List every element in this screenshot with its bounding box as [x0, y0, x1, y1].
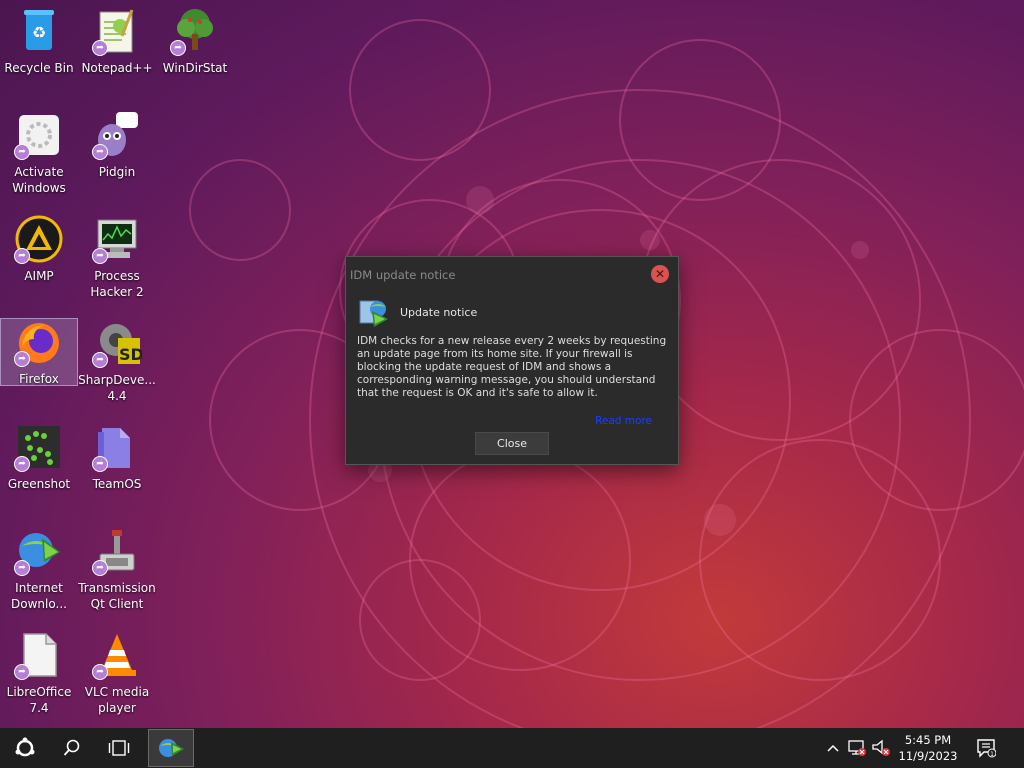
- dialog-title: IDM update notice: [350, 268, 456, 282]
- shortcut-arrow-icon: ➦: [14, 144, 30, 160]
- task-view-button[interactable]: [96, 728, 142, 768]
- start-button[interactable]: [2, 728, 48, 768]
- icon-label: Process Hacker 2: [90, 269, 144, 299]
- search-icon: [63, 739, 80, 756]
- svg-text:1: 1: [990, 751, 994, 758]
- show-hidden-icons-chevron-icon[interactable]: [822, 738, 844, 758]
- icon-label: Internet Downlo...: [11, 581, 67, 611]
- desktop-icon-aimp[interactable]: ➦ AIMP: [0, 208, 78, 308]
- network-disconnected-icon[interactable]: [846, 738, 868, 758]
- dialog-heading: Update notice: [400, 306, 478, 319]
- windirstat-icon: ➦: [170, 6, 220, 56]
- vlc-icon: ➦: [92, 630, 142, 680]
- desktop-icon-pidgin[interactable]: ➦ Pidgin: [78, 104, 156, 204]
- shortcut-arrow-icon: ➦: [92, 456, 108, 472]
- idm-icon: ➦: [14, 526, 64, 576]
- clock-time: 5:45 PM: [904, 733, 952, 747]
- libreoffice-icon: ➦: [14, 630, 64, 680]
- desktop-icon-teamos[interactable]: ➦ TeamOS: [78, 416, 156, 516]
- teamos-icon: ➦: [92, 422, 142, 472]
- shortcut-arrow-icon: ➦: [92, 144, 108, 160]
- desktop-icon-greenshot[interactable]: ➦ Greenshot: [0, 416, 78, 516]
- close-icon[interactable]: ✕: [651, 265, 669, 283]
- shortcut-arrow-icon: ➦: [170, 40, 186, 56]
- ubuntu-logo-icon: [15, 737, 35, 757]
- desktop: ♻ Recycle Bin ➦ Activate Windows ➦ AIMP …: [0, 0, 1024, 728]
- greenshot-icon: ➦: [14, 422, 64, 472]
- icon-label: Firefox: [19, 372, 59, 386]
- shortcut-arrow-icon: ➦: [92, 248, 108, 264]
- transmission-icon: ➦: [92, 526, 142, 576]
- pidgin-icon: ➦: [92, 110, 142, 160]
- notepadpp-icon: ➦: [92, 6, 142, 56]
- aimp-icon: ➦: [14, 214, 64, 264]
- desktop-icon-vlc[interactable]: ➦ VLC media player: [78, 624, 156, 724]
- desktop-icon-libreoffice[interactable]: ➦ LibreOffice 7.4: [0, 624, 78, 724]
- taskbar-app-idm[interactable]: [148, 729, 194, 767]
- icon-label: VLC media player: [84, 685, 150, 715]
- icon-label: SharpDeve... 4.4: [78, 373, 156, 403]
- firefox-icon: ➦: [14, 317, 64, 367]
- icon-label: WinDirStat: [162, 61, 228, 75]
- icon-label: Greenshot: [7, 477, 71, 491]
- icon-label: Pidgin: [98, 165, 136, 179]
- desktop-icon-transmission[interactable]: ➦ Transmission Qt Client: [78, 520, 156, 620]
- desktop-icon-windirstat[interactable]: ➦ WinDirStat: [156, 0, 234, 100]
- desktop-icon-firefox[interactable]: ➦ Firefox: [0, 318, 78, 386]
- notifications-icon[interactable]: 1: [975, 738, 997, 758]
- desktop-icon-sharpdevelop[interactable]: SD ➦ SharpDeve... 4.4: [78, 312, 156, 412]
- taskbar-clock[interactable]: 5:45 PM 11/9/2023: [888, 732, 968, 764]
- icon-label: TeamOS: [92, 477, 142, 491]
- taskbar: 5:45 PM 11/9/2023 1: [0, 728, 1024, 768]
- close-button[interactable]: Close: [475, 432, 549, 455]
- sharpdevelop-icon: SD ➦: [92, 318, 142, 368]
- desktop-icon-internet-download-manager[interactable]: ➦ Internet Downlo...: [0, 520, 78, 620]
- icon-label: Recycle Bin: [4, 61, 74, 75]
- idm-update-icon: [358, 297, 390, 329]
- dialog-message: IDM checks for a new release every 2 wee…: [357, 335, 667, 399]
- shortcut-arrow-icon: ➦: [14, 351, 30, 367]
- shortcut-arrow-icon: ➦: [14, 664, 30, 680]
- desktop-icon-process-hacker[interactable]: ➦ Process Hacker 2: [78, 208, 156, 308]
- shortcut-arrow-icon: ➦: [92, 352, 108, 368]
- shortcut-arrow-icon: ➦: [14, 560, 30, 576]
- shortcut-arrow-icon: ➦: [92, 664, 108, 680]
- shortcut-arrow-icon: ➦: [92, 560, 108, 576]
- desktop-icon-notepadpp[interactable]: ➦ Notepad++: [78, 0, 156, 100]
- shortcut-arrow-icon: ➦: [92, 40, 108, 56]
- idm-icon: [159, 739, 184, 757]
- read-more-link[interactable]: Read more: [595, 415, 652, 427]
- search-button[interactable]: [49, 728, 95, 768]
- icon-label: Activate Windows: [12, 165, 66, 195]
- shortcut-arrow-icon: ➦: [14, 248, 30, 264]
- svg-text:♻: ♻: [32, 23, 46, 42]
- activate-windows-icon: ➦: [14, 110, 64, 160]
- desktop-icon-activate-windows[interactable]: ➦ Activate Windows: [0, 104, 78, 204]
- icon-label: Notepad++: [81, 61, 153, 75]
- desktop-icon-recycle-bin[interactable]: ♻ Recycle Bin: [0, 0, 78, 100]
- svg-text:SD: SD: [119, 345, 142, 364]
- icon-label: LibreOffice 7.4: [6, 685, 72, 715]
- process-hacker-icon: ➦: [92, 214, 142, 264]
- idm-update-notice-dialog: IDM update notice ✕ Update notice IDM ch…: [345, 256, 679, 465]
- icon-label: AIMP: [24, 269, 54, 283]
- task-view-icon: [108, 740, 130, 756]
- shortcut-arrow-icon: ➦: [14, 456, 30, 472]
- recycle-bin-icon: ♻: [14, 6, 64, 56]
- icon-label: Transmission Qt Client: [78, 581, 156, 611]
- clock-date: 11/9/2023: [898, 749, 958, 763]
